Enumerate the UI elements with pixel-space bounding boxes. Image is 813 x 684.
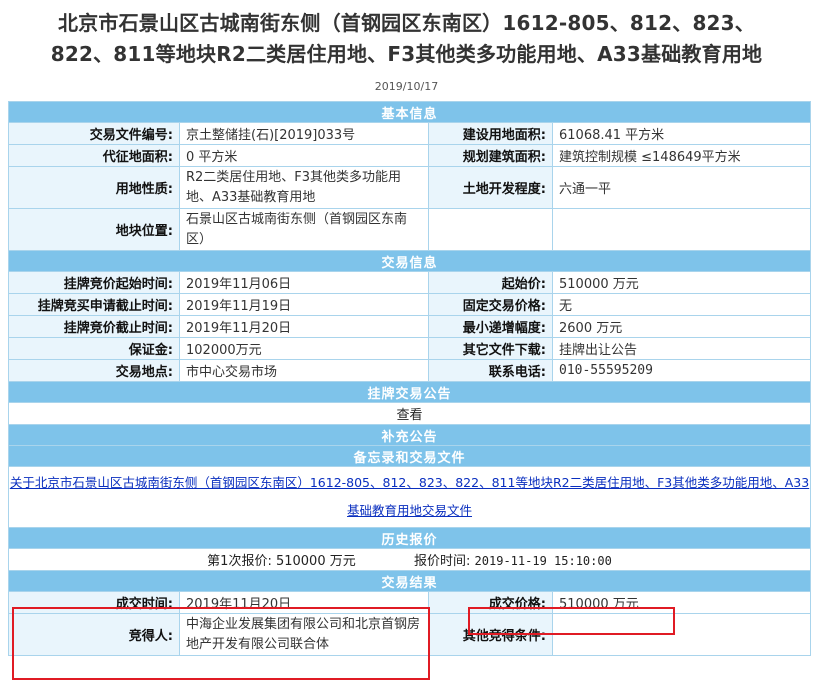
quote-round-label: 第1次报价: [207, 554, 272, 569]
min-increment-label: 最小递增幅度: [428, 315, 553, 338]
deal-price-value: 510000 万元 [551, 591, 812, 614]
deposit-value: 102000万元 [179, 337, 429, 360]
deal-time-value: 2019年11月20日 [179, 591, 429, 614]
start-time-label: 挂牌竞价起始时间: [8, 271, 180, 294]
land-area-value: 61068.41 平方米 [551, 122, 812, 145]
section-basic-info: 基本信息 [7, 101, 812, 123]
section-supplement: 补充公告 [7, 424, 812, 446]
other-conditions-label: 其他竞得条件: [428, 613, 553, 656]
other-docs-link[interactable]: 挂牌出让公告 [551, 337, 812, 360]
publish-date: 2019/10/17 [374, 80, 439, 93]
winner-label: 竞得人: [8, 613, 180, 656]
view-listing-link[interactable]: 查看 [7, 402, 812, 425]
deal-time-label: 成交时间: [8, 591, 180, 614]
title-line-2: 822、811等地块R2二类居住用地、F3其他类多功能用地、A33基础教育用地 [50, 42, 763, 66]
min-increment-value: 2600 万元 [551, 315, 812, 338]
venue-value: 市中心交易市场 [179, 359, 429, 382]
location-label: 地块位置: [8, 208, 180, 251]
section-listing-notice: 挂牌交易公告 [7, 381, 812, 403]
empty-cell [551, 208, 812, 251]
start-time-value: 2019年11月06日 [179, 271, 429, 294]
quote-time-label: 报价时间: [414, 554, 471, 569]
phone-value: 010-55595209 [551, 359, 812, 382]
doc-no-label: 交易文件编号: [8, 122, 180, 145]
fixed-price-value: 无 [551, 293, 812, 316]
location-value: 石景山区古城南街东侧（首钢园区东南区） [179, 208, 429, 251]
land-info-table: 基本信息 交易文件编号: 京土整储挂(石)[2019]033号 建设用地面积: … [7, 101, 812, 656]
proxy-area-value: 0 平方米 [179, 144, 429, 167]
usage-value: R2二类居住用地、F3其他类多功能用地、A33基础教育用地 [179, 166, 429, 209]
page-title: 北京市石景山区古城南街东侧（首钢园区东南区）1612-805、812、823、 … [0, 0, 813, 70]
dev-value: 六通一平 [551, 166, 812, 209]
winner-value: 中海企业发展集团有限公司和北京首钢房地产开发有限公司联合体 [179, 613, 429, 656]
apply-deadline-value: 2019年11月19日 [179, 293, 429, 316]
plan-area-value: 建筑控制规模 ≤148649平方米 [551, 144, 812, 167]
memo-doc-cell: 关于北京市石景山区古城南街东侧（首钢园区东南区）1612-805、812、823… [7, 466, 812, 528]
trade-document-link[interactable]: 关于北京市石景山区古城南街东侧（首钢园区东南区）1612-805、812、823… [10, 475, 809, 518]
doc-no-value: 京土整储挂(石)[2019]033号 [179, 122, 429, 145]
section-trade-result: 交易结果 [7, 570, 812, 592]
deposit-label: 保证金: [8, 337, 180, 360]
quote-round-value: 510000 万元 [275, 554, 356, 569]
fixed-price-label: 固定交易价格: [428, 293, 553, 316]
deal-price-label: 成交价格: [428, 591, 553, 614]
start-price-value: 510000 万元 [551, 271, 812, 294]
empty-cell [428, 208, 553, 251]
plan-area-label: 规划建筑面积: [428, 144, 553, 167]
quote-time-value: 2019-11-19 15:10:00 [474, 554, 612, 568]
start-price-label: 起始价: [428, 271, 553, 294]
venue-label: 交易地点: [8, 359, 180, 382]
usage-label: 用地性质: [8, 166, 180, 209]
phone-label: 联系电话: [428, 359, 553, 382]
dev-label: 土地开发程度: [428, 166, 553, 209]
other-docs-label: 其它文件下载: [428, 337, 553, 360]
end-time-value: 2019年11月20日 [179, 315, 429, 338]
apply-deadline-label: 挂牌竞买申请截止时间: [8, 293, 180, 316]
proxy-area-label: 代征地面积: [8, 144, 180, 167]
land-area-label: 建设用地面积: [428, 122, 553, 145]
end-time-label: 挂牌竞价截止时间: [8, 315, 180, 338]
section-history-quotes: 历史报价 [7, 527, 812, 549]
history-quote-row: 第1次报价: 510000 万元 报价时间: 2019-11-19 15:10:… [7, 548, 812, 571]
info-table-wrapper: 基本信息 交易文件编号: 京土整储挂(石)[2019]033号 建设用地面积: … [7, 101, 812, 656]
section-trade-info: 交易信息 [7, 250, 812, 272]
section-memo-docs: 备忘录和交易文件 [7, 445, 812, 467]
title-line-1: 北京市石景山区古城南街东侧（首钢园区东南区）1612-805、812、823、 [57, 11, 755, 35]
other-conditions-value [551, 613, 812, 656]
